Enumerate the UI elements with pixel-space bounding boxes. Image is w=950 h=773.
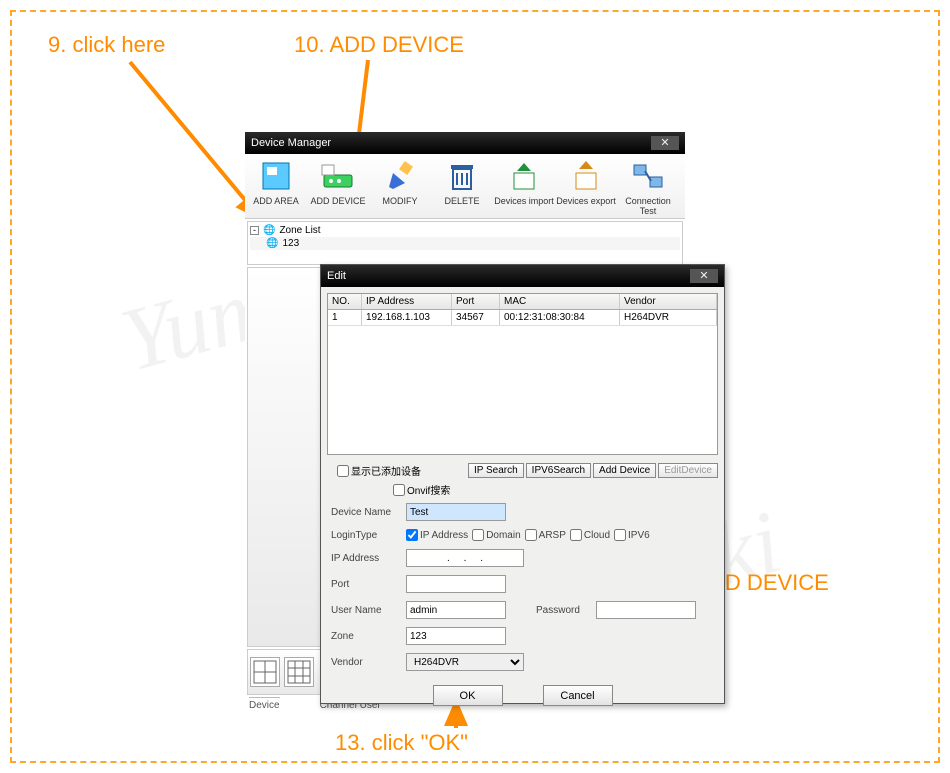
show-added-checkbox[interactable]: 显示已添加设备 xyxy=(337,463,421,478)
row-vendor: Vendor H264DVR xyxy=(321,649,724,675)
tree-child[interactable]: 🌐 123 xyxy=(250,237,680,250)
close-icon[interactable]: ✕ xyxy=(651,136,679,150)
login-domain-checkbox[interactable]: Domain xyxy=(472,529,520,541)
bottom-device-label: Device xyxy=(249,697,280,711)
tool-import[interactable]: Devices import xyxy=(493,156,555,218)
row-username: User Name Password xyxy=(321,597,724,623)
onvif-row: Onvif搜索 xyxy=(321,480,724,499)
modify-icon xyxy=(369,156,431,196)
dialog-buttons: OK Cancel xyxy=(321,675,724,716)
col-no: NO. xyxy=(328,294,362,309)
delete-icon xyxy=(431,156,493,196)
row-port: Port xyxy=(321,571,724,597)
edit-device-button: EditDevice xyxy=(658,463,718,478)
window-title: Device Manager xyxy=(251,137,331,149)
cancel-button[interactable]: Cancel xyxy=(543,685,613,706)
col-port: Port xyxy=(452,294,500,309)
ip-search-button[interactable]: IP Search xyxy=(468,463,524,478)
ipv6-search-button[interactable]: IPV6Search xyxy=(526,463,591,478)
dialog-title: Edit xyxy=(327,270,346,282)
tool-add-area[interactable]: ADD AREA xyxy=(245,156,307,218)
row-ip-address: IP Address xyxy=(321,545,724,571)
tree-root[interactable]: - 🌐 Zone List xyxy=(250,224,680,237)
label-username: User Name xyxy=(331,605,406,616)
col-ip: IP Address xyxy=(362,294,452,309)
label-vendor: Vendor xyxy=(331,657,406,668)
tool-export[interactable]: Devices export xyxy=(555,156,617,218)
layout-grid1-button[interactable] xyxy=(250,657,280,687)
tool-modify[interactable]: MODIFY xyxy=(369,156,431,218)
row-zone: Zone xyxy=(321,623,724,649)
port-input[interactable] xyxy=(406,575,506,593)
toolbar: ADD AREA ADD DEVICE MODIFY DELETE Device… xyxy=(245,154,685,219)
tool-delete[interactable]: DELETE xyxy=(431,156,493,218)
annot-step9: 9. click here xyxy=(48,32,165,58)
label-ip-address: IP Address xyxy=(331,553,406,564)
col-vendor: Vendor xyxy=(620,294,717,309)
zone-icon: 🌐 xyxy=(266,238,278,249)
onvif-checkbox[interactable]: Onvif搜索 xyxy=(393,482,450,497)
login-arsp-checkbox[interactable]: ARSP xyxy=(525,529,566,541)
row-device-name: Device Name xyxy=(321,499,724,525)
annot-step10: 10. ADD DEVICE xyxy=(294,32,464,58)
dialog-titlebar: Edit ✕ xyxy=(321,265,724,287)
label-device-name: Device Name xyxy=(331,507,406,518)
label-port: Port xyxy=(331,579,406,590)
folder-icon: 🌐 xyxy=(263,225,275,236)
tool-add-device[interactable]: ADD DEVICE xyxy=(307,156,369,218)
add-device-button[interactable]: Add Device xyxy=(593,463,656,478)
ip-address-input[interactable] xyxy=(406,549,524,567)
search-options-row: 显示已添加设备 IP Search IPV6Search Add Device … xyxy=(321,461,724,480)
login-ipv6-checkbox[interactable]: IPV6 xyxy=(614,529,650,541)
add-device-icon xyxy=(307,156,369,196)
zone-input[interactable] xyxy=(406,627,506,645)
layout-grid2-button[interactable] xyxy=(284,657,314,687)
device-name-input[interactable] xyxy=(406,503,506,521)
col-mac: MAC xyxy=(500,294,620,309)
add-area-icon xyxy=(245,156,307,196)
connection-icon xyxy=(617,156,679,196)
table-row[interactable]: 1 192.168.1.103 34567 00:12:31:08:30:84 … xyxy=(328,310,717,326)
dialog-close-icon[interactable]: ✕ xyxy=(690,269,718,283)
label-password: Password xyxy=(536,605,596,616)
password-input[interactable] xyxy=(596,601,696,619)
label-login-type: LoginType xyxy=(331,530,406,541)
login-ip-checkbox[interactable]: IP Address xyxy=(406,529,468,541)
device-table: NO. IP Address Port MAC Vendor 1 192.168… xyxy=(327,293,718,455)
tree-minus-icon: - xyxy=(250,226,259,235)
zone-tree: - 🌐 Zone List 🌐 123 xyxy=(247,221,683,265)
titlebar: Device Manager ✕ xyxy=(245,132,685,154)
export-icon xyxy=(555,156,617,196)
import-icon xyxy=(493,156,555,196)
edit-dialog: Edit ✕ NO. IP Address Port MAC Vendor 1 … xyxy=(320,264,725,704)
table-header: NO. IP Address Port MAC Vendor xyxy=(328,294,717,310)
tool-conn-test[interactable]: Connection Test xyxy=(617,156,679,218)
vendor-select[interactable]: H264DVR xyxy=(406,653,524,671)
annot-step13: 13. click "OK" xyxy=(335,730,468,756)
username-input[interactable] xyxy=(406,601,506,619)
row-login-type: LoginType IP Address Domain ARSP Cloud I… xyxy=(321,525,724,545)
ok-button[interactable]: OK xyxy=(433,685,503,706)
label-zone: Zone xyxy=(331,631,406,642)
login-cloud-checkbox[interactable]: Cloud xyxy=(570,529,610,541)
